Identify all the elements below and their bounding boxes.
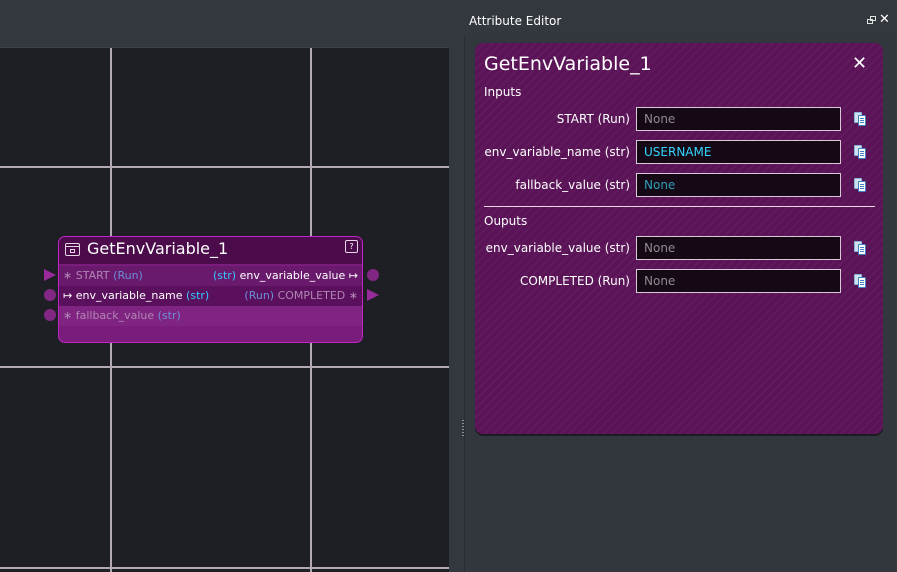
output-port-label: (str) env_variable_value ↦ <box>212 269 358 282</box>
output-port-label: (Run) COMPLETED ∗ <box>244 289 358 302</box>
exec-input-port[interactable] <box>44 269 56 281</box>
attribute-card: GetEnvVariable_1 ✕ Inputs START (Run) No… <box>475 43 883 434</box>
node-header[interactable]: GetEnvVariable_1 ? <box>59 237 362 264</box>
fallback-value-field[interactable]: None <box>636 173 841 197</box>
inputs-section-label: Inputs <box>484 85 522 99</box>
help-icon[interactable]: ? <box>345 240 358 253</box>
app-window: GetEnvVariable_1 ? ∗ START (Run) (str) e… <box>0 0 897 572</box>
attribute-label: fallback_value (str) <box>515 178 630 192</box>
env-variable-name-field[interactable]: USERNAME <box>636 140 841 164</box>
input-port-label: ∗ fallback_value (str) <box>63 309 181 322</box>
float-window-icon[interactable] <box>867 16 876 25</box>
grid-line-horizontal <box>0 567 449 569</box>
exec-output-port[interactable] <box>367 289 379 301</box>
copy-icon[interactable] <box>854 178 866 192</box>
graph-node[interactable]: GetEnvVariable_1 ? ∗ START (Run) (str) e… <box>58 236 363 343</box>
input-port-label: ∗ START (Run) <box>63 269 143 282</box>
completed-field[interactable]: None <box>636 269 841 293</box>
node-port-row: ∗ START (Run) (str) env_variable_value ↦ <box>59 266 362 286</box>
window-icon <box>65 243 80 256</box>
node-port-row: ∗ fallback_value (str) <box>59 306 362 326</box>
attribute-label: COMPLETED (Run) <box>519 274 630 288</box>
start-field[interactable]: None <box>636 107 841 131</box>
input-port-label: ↦ env_variable_name (str) <box>63 289 210 302</box>
copy-icon[interactable] <box>854 241 866 255</box>
panel-divider <box>464 35 465 572</box>
section-divider <box>484 206 875 207</box>
splitter-handle[interactable] <box>462 420 464 436</box>
close-icon[interactable]: ✕ <box>852 54 867 74</box>
env-variable-value-field[interactable]: None <box>636 236 841 260</box>
dock-close-icon[interactable]: ✕ <box>879 13 890 27</box>
data-output-port[interactable] <box>367 269 379 281</box>
dock-title: Attribute Editor <box>469 14 562 28</box>
data-input-port[interactable] <box>44 289 56 301</box>
grid-line-horizontal <box>0 366 449 368</box>
attribute-label: env_variable_value (str) <box>485 241 630 255</box>
node-port-row: ↦ env_variable_name (str) (Run) COMPLETE… <box>59 286 362 306</box>
attribute-label: START (Run) <box>556 112 630 126</box>
grid-line-horizontal <box>0 166 449 168</box>
node-title: GetEnvVariable_1 <box>87 239 229 258</box>
data-input-port[interactable] <box>44 309 56 321</box>
outputs-section-label: Ouputs <box>484 214 528 228</box>
copy-icon[interactable] <box>854 145 866 159</box>
copy-icon[interactable] <box>854 112 866 126</box>
attribute-label: env_variable_name (str) <box>484 145 630 159</box>
copy-icon[interactable] <box>854 274 866 288</box>
card-title: GetEnvVariable_1 <box>484 53 652 75</box>
